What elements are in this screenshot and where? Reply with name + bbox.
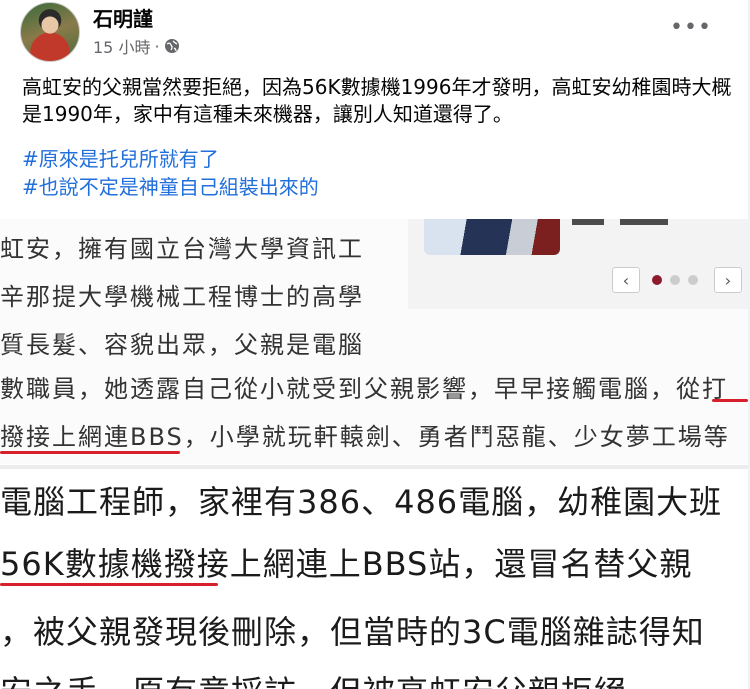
- post-header: 石明謹 15 小時 · •••: [0, 0, 748, 66]
- news-screenshot-top: ‹ › 虹安，擁有國立台灣大學資訊工 辛那提大學機械工程博士的高學 質長髮、容貌…: [0, 219, 748, 464]
- thumbnail-image: [424, 219, 560, 255]
- article-line: 質長髮、容貌出眾，父親是電腦: [0, 331, 364, 359]
- post-time[interactable]: 15 小時: [93, 34, 150, 58]
- article-line: 電腦工程師，家裡有386、486電腦，幼稚園大班: [0, 483, 723, 521]
- news-screenshot-bottom: 電腦工程師，家裡有386、486電腦，幼稚園大班 56K數據機撥接上網連上BBS…: [0, 469, 748, 689]
- carousel-prev-button[interactable]: ‹: [612, 267, 640, 293]
- post-meta: 15 小時 ·: [93, 34, 180, 58]
- meta-separator: ·: [154, 36, 160, 56]
- post-text: 高虹安的父親當然要拒絕，因為56K數據機1996年才發明，高虹安幼稚園時大概是1…: [22, 75, 732, 126]
- article-line: ，被父親發現後刪除，但當時的3C電腦雜誌得知: [0, 613, 705, 651]
- highlight-underline: [712, 399, 748, 402]
- hashtag-list: #原來是托兒所就有了 #也說不定是神童自己組裝出來的: [22, 145, 319, 201]
- more-horizontal-icon: •••: [670, 14, 712, 40]
- hashtag-link[interactable]: #也說不定是神童自己組裝出來的: [22, 173, 319, 201]
- facebook-post: 石明謹 15 小時 · ••• 高虹安的父親當然要拒絕，因為56K數據機1996…: [0, 0, 748, 689]
- article-line: 56K數據機撥接上網連上BBS站，還冒名替父親: [0, 545, 693, 583]
- carousel-dot[interactable]: [688, 275, 698, 285]
- article-line: 數職員，她透露自己從小就受到父親影響，早早接觸電腦，從打: [0, 375, 728, 403]
- chevron-right-icon: ›: [724, 270, 732, 290]
- avatar[interactable]: [20, 2, 80, 62]
- highlight-underline: [0, 583, 218, 586]
- globe-icon: [164, 39, 179, 53]
- carousel-dot-active[interactable]: [652, 275, 662, 285]
- chevron-left-icon: ‹: [622, 270, 630, 290]
- hashtag-link[interactable]: #原來是托兒所就有了: [22, 145, 319, 173]
- thumbnail-caption-fragment: [572, 219, 732, 225]
- article-line: 虹安，擁有國立台灣大學資訊工: [0, 235, 364, 263]
- article-line: 安之手，原有意採訪，但被高虹安父親拒絕: [0, 667, 627, 689]
- article-line: 撥接上網連BBS，小學就玩軒轅劍、勇者鬥惡龍、少女夢工場等: [0, 423, 730, 451]
- carousel-dots: [652, 275, 698, 285]
- author-name[interactable]: 石明謹: [93, 3, 153, 32]
- carousel-next-button[interactable]: ›: [714, 267, 742, 293]
- carousel-dot[interactable]: [670, 275, 680, 285]
- post-image[interactable]: ‹ › 虹安，擁有國立台灣大學資訊工 辛那提大學機械工程博士的高學 質長髮、容貌…: [0, 219, 748, 689]
- highlight-underline: [0, 451, 180, 454]
- more-options-button[interactable]: •••: [670, 10, 711, 44]
- article-line: 辛那提大學機械工程博士的高學: [0, 283, 364, 311]
